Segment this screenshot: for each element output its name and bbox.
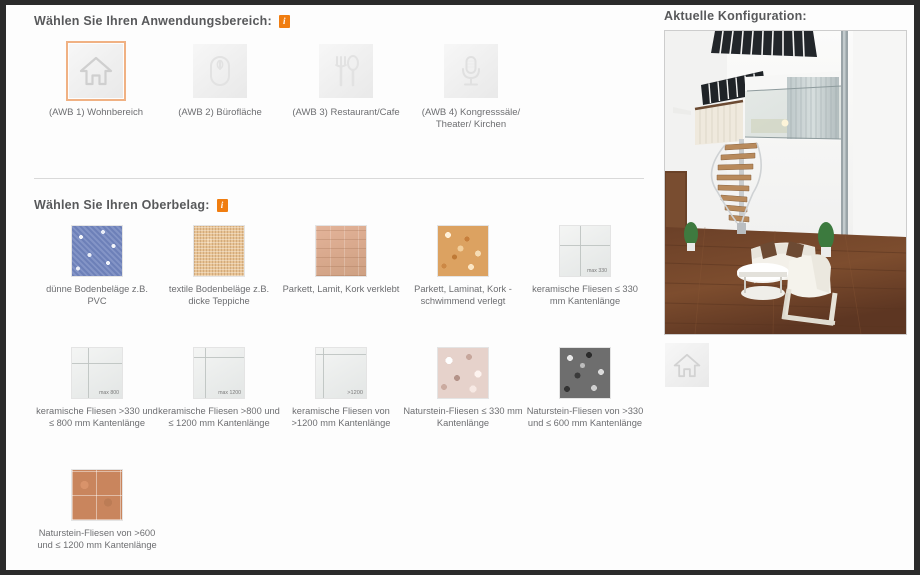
surface-option-7-label: keramische Fliesen >800 und ≤ 1200 mm Ka… (158, 406, 280, 428)
awb-option-1[interactable]: (AWB 1) Wohnbereich (36, 41, 156, 119)
house-icon (79, 56, 113, 86)
natural-stone-dark-swatch (559, 347, 611, 399)
surface-option-5-label: keramische Fliesen ≤ 330 mm Kantenlänge (532, 284, 638, 306)
surface-option-6-label: keramische Fliesen >330 und ≤ 800 mm Kan… (36, 406, 158, 428)
max-size-tag: max 800 (99, 390, 119, 396)
max-size-tag: >1200 (347, 390, 363, 396)
surface-option-1[interactable]: dünne Bodenbeläge z.B. PVC (36, 225, 158, 307)
surface-option-3-label: Parkett, Lamit, Kork verklebt (282, 284, 400, 294)
natural-stone-light-swatch (437, 347, 489, 399)
application-area-heading: Wählen Sie Ihren Anwendungsbereich: i (34, 14, 290, 28)
surface-option-3[interactable]: Parkett, Lamit, Kork verklebt (280, 225, 402, 296)
surface-option-8-label: keramische Fliesen von >1200 mm Kantenlä… (291, 406, 391, 428)
house-icon (673, 353, 701, 377)
computer-mouse-icon (210, 56, 230, 86)
microphone-icon (462, 56, 480, 86)
awb-option-4-label: (AWB 4) Kongresssäle/ Theater/ Kirchen (421, 107, 521, 130)
surface-option-10-label: Naturstein-Fliesen von >330 und ≤ 600 mm… (526, 406, 644, 428)
application-area-heading-text: Wählen Sie Ihren Anwendungsbereich: (34, 14, 272, 28)
ceramic-tile-swatch: max 330 (559, 225, 611, 277)
surface-option-4[interactable]: Parkett, Laminat, Kork - schwimmend verl… (402, 225, 524, 307)
awb-option-3-tile (319, 44, 373, 98)
surface-option-11-label: Naturstein-Fliesen von >600 und ≤ 1200 m… (37, 528, 157, 550)
surface-option-8[interactable]: >1200 keramische Fliesen von >1200 mm Ka… (280, 347, 402, 429)
surface-covering-heading-text: Wählen Sie Ihren Oberbelag: (34, 198, 210, 212)
surface-option-1-label: dünne Bodenbeläge z.B. PVC (46, 284, 148, 306)
configuration-panel: Aktuelle Konfiguration: (656, 5, 914, 570)
configuration-heading-text: Aktuelle Konfiguration: (664, 9, 807, 23)
natural-stone-terracotta-swatch (71, 469, 123, 521)
awb-option-3[interactable]: (AWB 3) Restaurant/Cafe (286, 41, 406, 119)
awb-option-4-tile (444, 44, 498, 98)
surface-option-2[interactable]: textile Bodenbeläge z.B. dicke Teppiche (158, 225, 280, 307)
surface-option-2-label: textile Bodenbeläge z.B. dicke Teppiche (168, 284, 270, 306)
surface-option-11[interactable]: Naturstein-Fliesen von >600 und ≤ 1200 m… (36, 469, 158, 551)
parquet-glued-swatch (315, 225, 367, 277)
surface-option-9-label: Naturstein-Fliesen ≤ 330 mm Kantenlänge (403, 406, 523, 428)
awb-option-3-frame (316, 41, 376, 101)
awb-option-2-tile (193, 44, 247, 98)
info-icon[interactable]: i (216, 198, 228, 212)
info-icon[interactable]: i (278, 14, 290, 28)
max-size-tag: max 1200 (218, 390, 241, 396)
surface-option-7[interactable]: max 1200 keramische Fliesen >800 und ≤ 1… (158, 347, 280, 429)
configuration-selected-area[interactable] (665, 343, 709, 387)
surface-option-9[interactable]: Naturstein-Fliesen ≤ 330 mm Kantenlänge (402, 347, 524, 429)
awb-option-2-frame (190, 41, 250, 101)
max-size-tag: max 330 (587, 268, 607, 274)
awb-option-1-frame (66, 41, 126, 101)
selection-panel: Wählen Sie Ihren Anwendungsbereich: i (A… (6, 5, 656, 570)
awb-option-4[interactable]: (AWB 4) Kongresssäle/ Theater/ Kirchen (411, 41, 531, 131)
surface-option-10[interactable]: Naturstein-Fliesen von >330 und ≤ 600 mm… (524, 347, 646, 429)
configurator-page: Wählen Sie Ihren Anwendungsbereich: i (A… (6, 5, 914, 570)
loft-interior-illustration (665, 31, 906, 334)
ceramic-tile-swatch: max 800 (71, 347, 123, 399)
awb-option-1-tile (69, 44, 123, 98)
textile-carpet-swatch (193, 225, 245, 277)
cork-floating-swatch (437, 225, 489, 277)
awb-option-2[interactable]: (AWB 2) Bürofläche (160, 41, 280, 119)
awb-option-4-frame (441, 41, 501, 101)
ceramic-tile-swatch: >1200 (315, 347, 367, 399)
surface-covering-heading: Wählen Sie Ihren Oberbelag: i (34, 198, 228, 212)
configuration-preview-image (664, 30, 907, 335)
awb-option-2-label: (AWB 2) Bürofläche (178, 107, 262, 118)
awb-option-1-label: (AWB 1) Wohnbereich (49, 107, 143, 118)
section-divider (34, 178, 644, 179)
ceramic-tile-swatch: max 1200 (193, 347, 245, 399)
surface-option-4-label: Parkett, Laminat, Kork - schwimmend verl… (414, 284, 512, 306)
configuration-heading: Aktuelle Konfiguration: (664, 9, 807, 23)
configuration-selected-tile (665, 343, 709, 387)
surface-option-6[interactable]: max 800 keramische Fliesen >330 und ≤ 80… (36, 347, 158, 429)
awb-option-3-label: (AWB 3) Restaurant/Cafe (292, 107, 400, 118)
fork-spoon-icon (334, 55, 359, 87)
pvc-swatch (71, 225, 123, 277)
surface-option-5[interactable]: max 330 keramische Fliesen ≤ 330 mm Kant… (524, 225, 646, 307)
